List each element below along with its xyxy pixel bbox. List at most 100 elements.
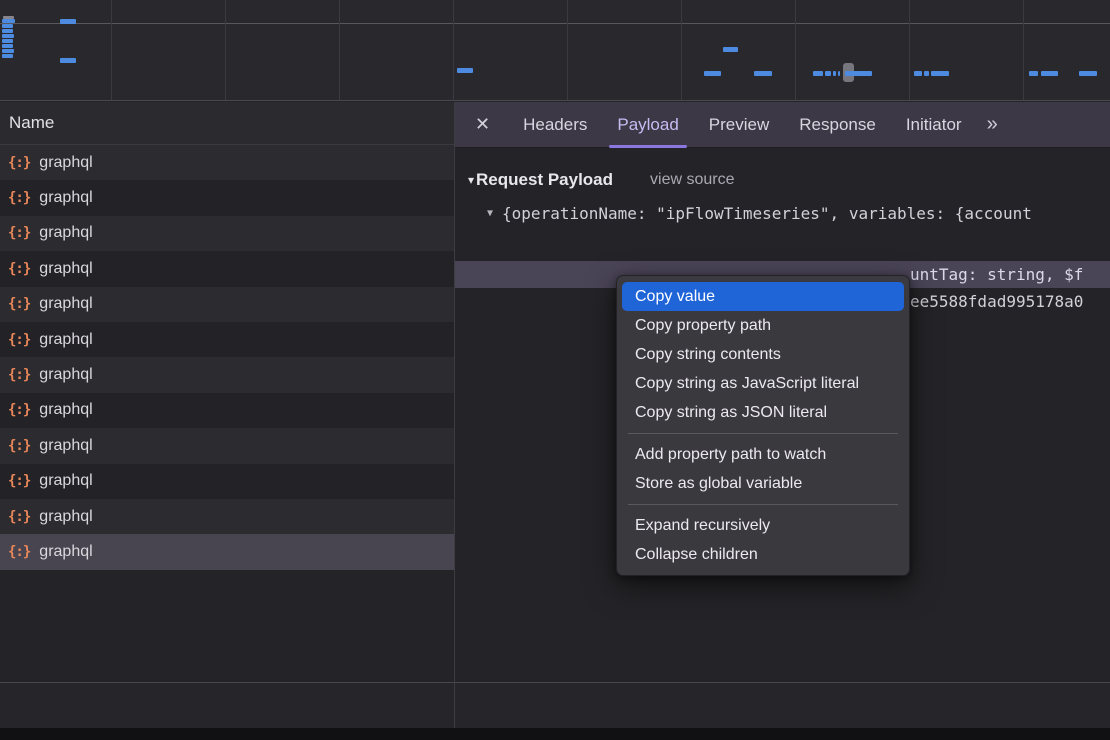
overview-gridline [339,0,340,100]
overview-gridline [567,0,568,100]
json-braces-icon: {:} [8,190,30,206]
request-row[interactable]: {:}graphql [0,251,454,286]
request-row[interactable]: {:} graphql [0,464,454,499]
timeline-bar [2,19,15,23]
timeline-bar [60,58,76,63]
json-braces-icon: {:} [8,473,30,489]
request-name: graphql [39,543,92,561]
payload-row-operationname[interactable]: operationName: "ipFlowTimeseries" [455,234,1110,261]
json-braces-icon: {:} [8,261,30,277]
json-braces-icon: {:} [8,367,30,383]
tab-initiator[interactable]: Initiator [891,102,977,148]
request-list-panel: Name {:}graphql{:}graphql{:}graphql{:}gr… [0,102,454,740]
request-row[interactable]: {:} graphql [0,145,454,180]
menu-separator [628,433,898,434]
section-title: Request Payload [476,170,613,190]
request-name: graphql [39,401,92,419]
tabs: HeadersPayloadPreviewResponseInitiator [508,102,976,148]
request-list: {:} graphql {:} graphql {:} graphql {:} graphql… [0,145,454,570]
property-value-end: untTag: string, $f [910,261,1083,288]
tab-response[interactable]: Response [784,102,891,148]
menu-item-copy-value[interactable]: Copy value [622,282,904,311]
json-braces-icon: {:} [8,438,30,454]
json-braces-icon: {:} [8,296,30,312]
menu-item-add-property-path-to-watch[interactable]: Add property path to watch [622,440,904,469]
section-collapse-caret-icon[interactable]: ▾ [468,173,474,187]
overview-gridline [225,0,226,100]
close-icon[interactable]: ✕ [467,114,498,135]
menu-item-collapse-children[interactable]: Collapse children [622,540,904,569]
json-braces-icon: {:} [8,544,30,560]
json-braces-icon: {:} [8,155,30,171]
timeline-bar [60,19,76,24]
payload-section-header: ▾ Request Payload view source [455,148,1110,192]
request-row[interactable]: {:}graphql [0,322,454,357]
timeline-bar [2,49,14,53]
request-row[interactable]: {:} graphql [0,534,454,569]
window-bottom-edge [0,728,1110,740]
timeline-bar [838,71,840,76]
name-column-header[interactable]: Name [0,102,454,145]
json-braces-icon: {:} [8,225,30,241]
payload-preview-row[interactable]: ▼ {operationName: "ipFlowTimeseries", va… [455,201,1110,227]
request-name: graphql [39,295,92,313]
request-name: graphql [39,472,92,490]
payload-preview-text: {operationName: "ipFlowTimeseries", vari… [502,201,1032,227]
timeline-bar [704,71,721,76]
request-name: graphql [39,331,92,349]
timeline-bar [2,44,13,48]
menu-separator [628,504,898,505]
request-name: graphql [39,189,92,207]
overview-gridline [111,0,112,100]
timeline-bar [1079,71,1097,76]
menu-item-copy-string-contents[interactable]: Copy string contents [622,340,904,369]
request-name: graphql [39,508,92,526]
request-name: graphql [39,437,92,455]
footer-divider [0,682,1110,683]
timeline-bar [457,68,473,73]
menu-item-copy-string-as-javascript-literal[interactable]: Copy string as JavaScript literal [622,369,904,398]
more-tabs-icon[interactable]: » [977,113,1006,136]
timeline-bar [1041,71,1058,76]
expand-caret-icon[interactable]: ▼ [487,201,493,227]
summary-footer [0,683,1110,728]
timeline-bar [2,39,13,43]
overview-gridline [453,0,454,100]
timeline-bar [1029,71,1038,76]
request-row[interactable]: {:}graphql [0,393,454,428]
view-source-link[interactable]: view source [650,171,734,189]
menu-item-store-as-global-variable[interactable]: Store as global variable [622,469,904,498]
timeline-bar [2,34,14,38]
timeline-bar [825,71,831,76]
details-tab-bar: ✕ HeadersPayloadPreviewResponseInitiator… [455,102,1110,148]
tab-preview[interactable]: Preview [694,102,784,148]
network-overview[interactable] [0,0,1110,101]
timeline-bar [2,54,13,58]
overview-gridline [681,0,682,100]
request-name: graphql [39,224,92,242]
tab-headers[interactable]: Headers [508,102,602,148]
request-row[interactable]: {:} graphql [0,357,454,392]
request-row[interactable]: {:}graphql [0,499,454,534]
request-row[interactable]: {:} graphql [0,287,454,322]
request-row[interactable]: {:} graphql [0,428,454,463]
tab-payload[interactable]: Payload [602,102,693,148]
request-row[interactable]: {:} graphql [0,216,454,251]
request-name: graphql [39,154,92,172]
menu-item-expand-recursively[interactable]: Expand recursively [622,511,904,540]
overview-gridline [909,0,910,100]
devtools-network-panel: Name {:}graphql{:}graphql{:}graphql{:}gr… [0,0,1110,740]
property-preview-end: ee5588fdad995178a0 [910,288,1083,315]
timeline-bar [754,71,772,76]
overview-gridline [795,0,796,100]
context-menu: Copy valueCopy property pathCopy string … [616,275,910,576]
menu-item-copy-string-as-json-literal[interactable]: Copy string as JSON literal [622,398,904,427]
request-row[interactable]: {:} graphql [0,180,454,215]
request-name: graphql [39,366,92,384]
menu-item-copy-property-path[interactable]: Copy property path [622,311,904,340]
timeline-bar [2,24,13,28]
timeline-bar [924,71,929,76]
panel-divider[interactable] [454,102,455,740]
name-column-label: Name [9,113,54,133]
timeline-bar [723,47,738,52]
